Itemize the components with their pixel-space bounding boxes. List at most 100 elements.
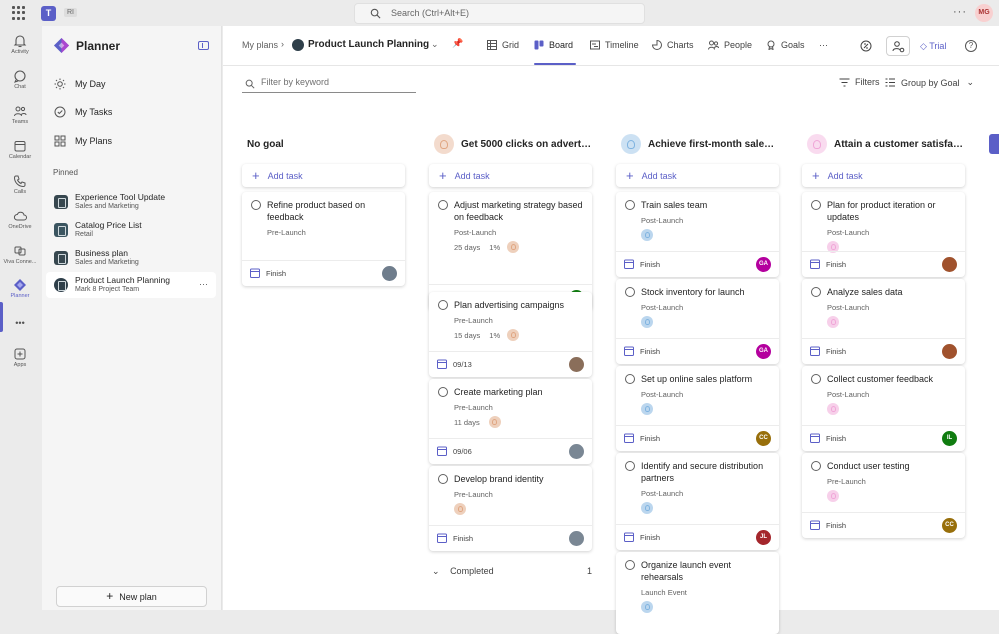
tab-grid[interactable]: Grid bbox=[487, 40, 519, 50]
assignee-avatar[interactable] bbox=[942, 257, 957, 272]
tab-people[interactable]: People bbox=[708, 40, 752, 50]
task-card[interactable]: Analyze sales data Post-Launch Finish bbox=[802, 279, 965, 364]
add-task-button[interactable]: + Add task bbox=[616, 164, 779, 187]
complete-task-checkbox[interactable] bbox=[625, 560, 635, 570]
rail-item-viva[interactable]: Viva Conne... bbox=[0, 244, 40, 265]
help-icon[interactable]: ? bbox=[965, 40, 977, 52]
task-card[interactable]: Plan advertising campaigns Pre-Launch 15 d… bbox=[429, 292, 592, 377]
filter-keyword-field[interactable] bbox=[242, 76, 416, 93]
complete-task-checkbox[interactable] bbox=[625, 374, 635, 384]
complete-task-checkbox[interactable] bbox=[438, 474, 448, 484]
rail-item-calendar[interactable]: Calendar bbox=[0, 139, 40, 160]
add-task-button[interactable]: + Add task bbox=[242, 164, 405, 187]
task-due[interactable]: Finish bbox=[810, 346, 846, 356]
task-due[interactable]: Finish bbox=[624, 259, 660, 269]
assignee-avatar[interactable] bbox=[569, 531, 584, 546]
completed-toggle[interactable]: ⌄ Completed 1 bbox=[432, 566, 592, 577]
task-due[interactable]: Finish bbox=[250, 268, 286, 278]
tab-goals[interactable]: Goals bbox=[766, 40, 805, 50]
trial-button[interactable]: ◇ Trial bbox=[920, 41, 946, 52]
task-due[interactable]: Finish bbox=[437, 533, 473, 543]
settings-more-button[interactable]: ··· bbox=[953, 6, 967, 18]
rail-item-activity[interactable]: Activity bbox=[0, 34, 40, 55]
add-task-label: Add task bbox=[267, 170, 303, 181]
task-card[interactable]: Identify and secure distribution partner… bbox=[616, 453, 779, 550]
assignee-avatar[interactable] bbox=[569, 357, 584, 372]
rail-item-calls[interactable]: Calls bbox=[0, 174, 40, 195]
collapse-pane-icon[interactable] bbox=[198, 41, 209, 50]
complete-task-checkbox[interactable] bbox=[438, 200, 448, 210]
add-task-button[interactable]: + Add task bbox=[429, 164, 592, 187]
nav-item-my-day[interactable]: My Day bbox=[54, 72, 214, 96]
task-due[interactable]: 09/06 bbox=[437, 446, 472, 456]
task-card[interactable]: Develop brand identity Pre-Launch Finish bbox=[429, 466, 592, 551]
filters-button[interactable]: Filters bbox=[839, 77, 880, 87]
new-plan-button[interactable]: + New plan bbox=[56, 586, 207, 607]
task-due[interactable]: Finish bbox=[624, 433, 660, 443]
task-card[interactable]: Organize launch event rehearsals Launch E… bbox=[616, 552, 779, 634]
nav-item-my-plans[interactable]: My Plans bbox=[54, 129, 214, 153]
share-button[interactable] bbox=[886, 36, 910, 56]
side-panel-toggle[interactable] bbox=[989, 134, 999, 154]
complete-task-checkbox[interactable] bbox=[625, 461, 635, 471]
assignee-avatar[interactable] bbox=[942, 344, 957, 359]
complete-task-checkbox[interactable] bbox=[811, 287, 821, 297]
add-task-button[interactable]: + Add task bbox=[802, 164, 965, 187]
assignee-avatar[interactable] bbox=[569, 444, 584, 459]
rail-item-planner[interactable]: Planner bbox=[0, 278, 40, 299]
pin-icon[interactable]: 📌 bbox=[452, 38, 463, 49]
user-avatar[interactable]: MG bbox=[975, 4, 993, 22]
task-card[interactable]: Train sales team Post-Launch Finish GA bbox=[616, 192, 779, 277]
complete-task-checkbox[interactable] bbox=[811, 200, 821, 210]
complete-task-checkbox[interactable] bbox=[811, 461, 821, 471]
tab-charts[interactable]: Charts bbox=[652, 40, 694, 50]
task-card[interactable]: Create marketing plan Pre-Launch 11 days 09… bbox=[429, 379, 592, 464]
assignee-avatar[interactable]: GA bbox=[756, 344, 771, 359]
copilot-icon[interactable] bbox=[859, 39, 873, 53]
pinned-plan[interactable]: Catalog Price List Retail bbox=[46, 217, 216, 243]
assignee-avatar[interactable]: GA bbox=[756, 257, 771, 272]
task-card[interactable]: Set up online sales platform Post-Launch F… bbox=[616, 366, 779, 451]
assignee-avatar[interactable]: JL bbox=[756, 530, 771, 545]
search-box[interactable]: Search (Ctrl+Alt+E) bbox=[354, 3, 645, 24]
app-launcher-icon[interactable] bbox=[12, 6, 26, 20]
rail-item-chat[interactable]: Chat bbox=[0, 69, 40, 90]
breadcrumb-my-plans[interactable]: My plans bbox=[242, 40, 278, 50]
assignee-avatar[interactable]: CC bbox=[756, 431, 771, 446]
task-due[interactable]: Finish bbox=[810, 433, 846, 443]
nav-item-my-tasks[interactable]: My Tasks bbox=[54, 100, 214, 124]
tab-timeline[interactable]: Timeline bbox=[590, 40, 639, 50]
pinned-plan-active[interactable]: Product Launch Planning Mark 8 Project T… bbox=[46, 272, 216, 298]
rail-item-more[interactable]: ••• bbox=[0, 318, 40, 328]
assignee-avatar[interactable]: CC bbox=[942, 518, 957, 533]
complete-task-checkbox[interactable] bbox=[251, 200, 261, 210]
tab-more[interactable]: ··· bbox=[819, 40, 828, 50]
task-due[interactable]: Finish bbox=[810, 520, 846, 530]
filter-keyword-input[interactable] bbox=[261, 77, 411, 87]
task-due[interactable]: 09/13 bbox=[437, 359, 472, 369]
pinned-plan[interactable]: Business plan Sales and Marketing bbox=[46, 245, 216, 271]
complete-task-checkbox[interactable] bbox=[811, 374, 821, 384]
plan-more-button[interactable]: ··· bbox=[199, 279, 208, 289]
task-card[interactable]: Stock inventory for launch Post-Launch Fin… bbox=[616, 279, 779, 364]
assignee-avatar[interactable]: IL bbox=[942, 431, 957, 446]
complete-task-checkbox[interactable] bbox=[438, 387, 448, 397]
pinned-plan[interactable]: Experience Tool Update Sales and Marketi… bbox=[46, 189, 216, 215]
task-card[interactable]: Plan for product iteration or updates Pos… bbox=[802, 192, 965, 277]
complete-task-checkbox[interactable] bbox=[625, 287, 635, 297]
task-due[interactable]: Finish bbox=[810, 259, 846, 269]
complete-task-checkbox[interactable] bbox=[438, 300, 448, 310]
rail-item-teams[interactable]: Teams bbox=[0, 104, 40, 125]
task-due[interactable]: Finish bbox=[624, 532, 660, 542]
task-card[interactable]: Conduct user testing Pre-Launch Finish CC bbox=[802, 453, 965, 538]
rail-item-apps[interactable]: Apps bbox=[0, 347, 40, 368]
group-by-button[interactable]: Group by Goal ⌄ bbox=[885, 77, 974, 88]
tab-board[interactable]: Board bbox=[534, 40, 573, 50]
chevron-down-icon[interactable]: ⌄ bbox=[431, 39, 439, 50]
task-due[interactable]: Finish bbox=[624, 346, 660, 356]
assignee-avatar[interactable] bbox=[382, 266, 397, 281]
task-card[interactable]: Refine product based on feedback Pre-Laun… bbox=[242, 192, 405, 286]
rail-item-onedrive[interactable]: OneDrive bbox=[0, 209, 40, 230]
complete-task-checkbox[interactable] bbox=[625, 200, 635, 210]
task-card[interactable]: Collect customer feedback Post-Launch Fini… bbox=[802, 366, 965, 451]
